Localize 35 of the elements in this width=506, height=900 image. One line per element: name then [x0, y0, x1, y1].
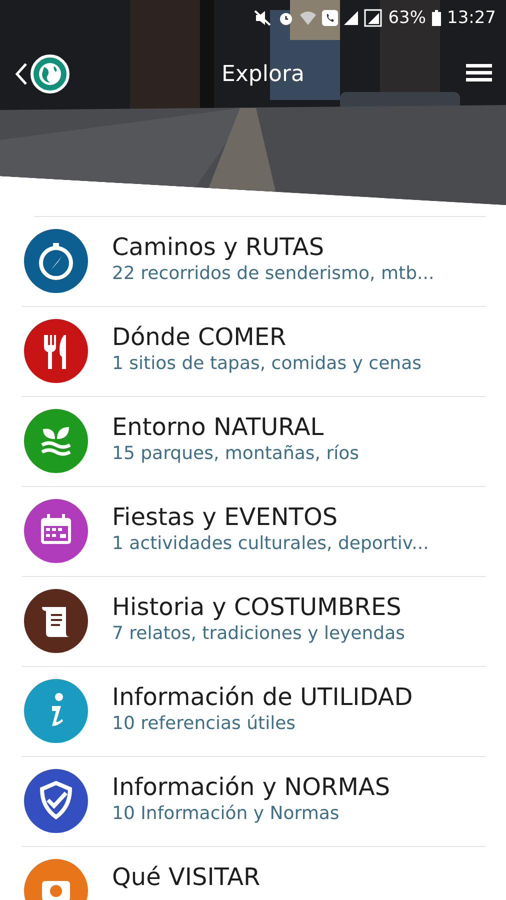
signal-icon	[344, 11, 358, 25]
category-item[interactable]: Información de UTILIDAD 10 referencias útiles	[22, 667, 486, 757]
category-title: Información y NORMAS	[112, 773, 390, 801]
battery-icon	[432, 10, 441, 26]
alarm-icon	[278, 10, 294, 26]
chevron-left-icon	[14, 62, 28, 86]
category-subtitle: 1 sitios de tapas, comidas y cenas	[112, 353, 422, 374]
category-subtitle: 10 referencias útiles	[112, 713, 297, 734]
category-item[interactable]: Entorno NATURAL 15 parques, montañas, ríos	[22, 397, 486, 487]
mute-icon	[254, 10, 272, 26]
category-item[interactable]: Fiestas y EVENTOS 1 actividades culturales, deportiv...	[22, 487, 486, 577]
category-title: Información de UTILIDAD	[112, 683, 413, 711]
category-subtitle: 10 Información y Normas	[112, 803, 340, 824]
wifi-icon	[300, 11, 316, 25]
category-subtitle: 22 recorridos de senderismo, mtb...	[112, 263, 434, 284]
category-item[interactable]: Información y NORMAS 10 Información y Normas	[22, 757, 486, 847]
category-item[interactable]: Historia y COSTUMBRES 7 relatos, tradiciones y leyendas	[22, 577, 486, 667]
category-title: Fiestas y EVENTOS	[112, 503, 339, 531]
category-subtitle: 7 relatos, tradiciones y leyendas	[112, 623, 406, 644]
category-subtitle: 15 parques, montañas, ríos	[112, 443, 359, 464]
clock: 13:27	[447, 8, 496, 28]
category-title: Dónde COMER	[112, 323, 288, 351]
category-title: Historia y COSTUMBRES	[112, 593, 402, 621]
phone-icon	[322, 10, 338, 26]
category-title: Qué VISITAR	[112, 863, 260, 891]
category-title: Entorno NATURAL	[112, 413, 325, 441]
category-item[interactable]: Caminos y RUTAS 22 recorridos de senderismo, mtb...	[22, 217, 486, 307]
category-item[interactable]: Qué VISITAR	[22, 847, 486, 900]
signal-icon	[364, 9, 382, 27]
back-button[interactable]	[14, 54, 70, 94]
category-title: Caminos y RUTAS	[112, 233, 326, 261]
battery-level: 63%	[388, 8, 426, 28]
category-subtitle: 1 actividades culturales, deportiv...	[112, 533, 429, 554]
category-item[interactable]: Dónde COMER 1 sitios de tapas, comidas y cenas	[22, 307, 486, 397]
page-title: Explora	[220, 62, 306, 86]
